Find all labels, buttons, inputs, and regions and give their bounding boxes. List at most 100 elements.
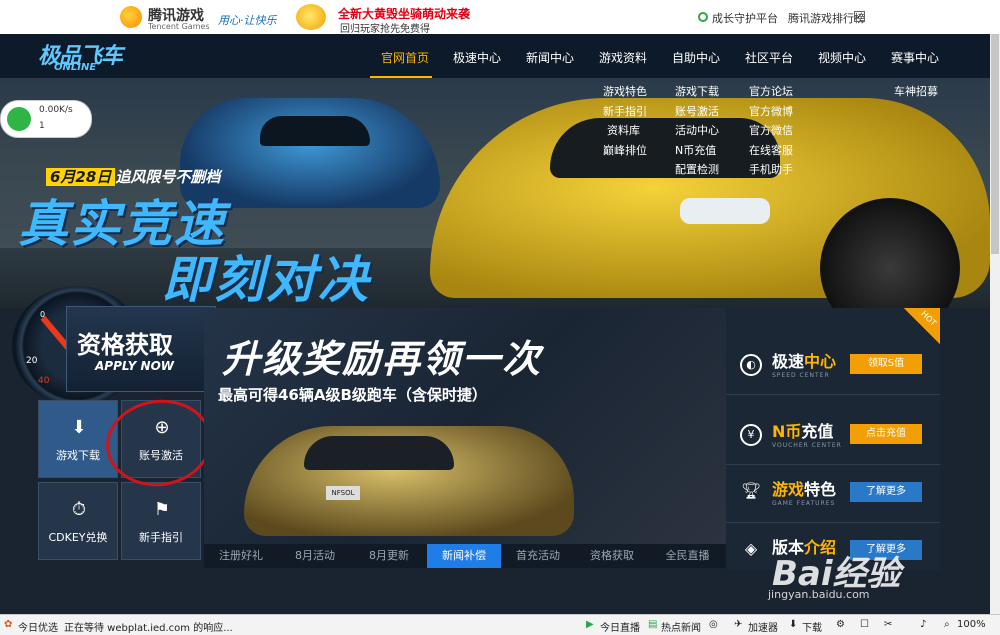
submenu-game-download[interactable]: 游戏下载 — [675, 82, 719, 102]
submenu-official-wechat[interactable]: 官方微信 — [749, 121, 793, 141]
carousel-tab-first-recharge[interactable]: 首充活动 — [501, 544, 575, 568]
hot-news-link[interactable]: 热点新闻 — [661, 619, 701, 634]
status-tool-5-icon[interactable]: ♪ — [920, 619, 926, 630]
nav-self-service[interactable]: 自助中心 — [672, 49, 720, 66]
today-live-link[interactable]: 今日直播 — [600, 619, 640, 634]
carousel-tab-aug-update[interactable]: 8月更新 — [352, 544, 426, 568]
n-coin-title: N币充值 — [772, 418, 833, 442]
speed-center-card: ◐ 极速中心 SPEED CENTER 领取S值 — [726, 336, 940, 395]
nav-game-info[interactable]: 游戏资料 — [599, 49, 647, 66]
accelerator-link[interactable]: 加速器 — [748, 619, 778, 634]
carousel-tab-qualification[interactable]: 资格获取 — [575, 544, 649, 568]
flag-icon: ⚑ — [153, 499, 171, 520]
submenu-col-events: 车神招募 — [894, 82, 938, 102]
carousel-tabs: 注册好礼 8月活动 8月更新 新闻补偿 首充活动 资格获取 全民直播 — [204, 544, 726, 568]
apply-now-button[interactable]: 资格获取 APPLY NOW — [66, 306, 216, 392]
carousel-tab-live-stream[interactable]: 全民直播 — [649, 544, 726, 568]
baidu-jingyan-url: jingyan.baidu.com — [768, 588, 870, 601]
vertical-scrollbar[interactable] — [990, 34, 1000, 614]
submenu-database[interactable]: 资料库 — [603, 121, 647, 141]
tile-newbie-guide[interactable]: ⚑ 新手指引 — [121, 482, 201, 560]
scrollbar-thumb[interactable] — [991, 34, 999, 254]
gauge-number-20: 20 — [26, 356, 38, 366]
game-features-more-button[interactable]: 了解更多 — [850, 482, 922, 502]
quick-links-panel: ◐ 极速中心 SPEED CENTER 领取S值 ¥ N币充值 VOUCHER … — [726, 308, 940, 570]
download-link[interactable]: 下载 — [802, 619, 822, 634]
nav-video-center[interactable]: 视频中心 — [818, 49, 866, 66]
live-icon: ▶ — [586, 619, 594, 630]
game-logo-en: ONLINE — [54, 62, 97, 73]
submenu-activity-center[interactable]: 活动中心 — [675, 121, 719, 141]
status-tool-4-icon[interactable]: ✂ — [884, 619, 892, 630]
tencent-slogan: 用心·让快乐 — [218, 14, 277, 27]
carousel-tab-aug-events[interactable]: 8月活动 — [278, 544, 352, 568]
recharge-button[interactable]: 点击充值 — [850, 424, 922, 444]
game-features-title: 游戏特色 — [772, 476, 836, 500]
carousel-tab-news-compensation[interactable]: 新闻补偿 — [427, 544, 501, 568]
n-coin-title-b: 充值 — [801, 422, 834, 441]
speed-center-sub: SPEED CENTER — [772, 372, 830, 379]
nav-home[interactable]: 官网首页 — [381, 49, 429, 66]
status-tool-3-icon[interactable]: ☐ — [860, 619, 869, 630]
network-speed: 0.00K/s — [39, 105, 73, 115]
claim-s-value-button[interactable]: 领取S值 — [850, 354, 922, 374]
today-picks[interactable]: 今日优选 — [18, 619, 58, 634]
submenu-driver-recruit[interactable]: 车神招募 — [894, 82, 938, 102]
download-icon: ⬇ — [789, 619, 798, 630]
carousel-car-window — [304, 436, 454, 470]
game-features-title-b: 特色 — [804, 480, 837, 499]
submenu-n-coin-recharge[interactable]: N币充值 — [675, 141, 719, 161]
game-features-sub: GAME FEATURES — [772, 500, 836, 507]
tile-cdkey-redeem[interactable]: ⏱ CDKEY兑换 — [38, 482, 118, 560]
carousel-subtitle: 最高可得46辆A级B级跑车（含保时捷） — [218, 386, 487, 404]
carousel-tab-register-gift[interactable]: 注册好礼 — [204, 544, 278, 568]
accelerator-icon: ✈ — [734, 619, 743, 630]
submenu-account-activation[interactable]: 账号激活 — [675, 102, 719, 122]
growth-guard-link[interactable]: 成长守护平台 — [712, 10, 778, 26]
status-tool-1-icon[interactable]: ◎ — [709, 619, 718, 630]
game-features-card: 🏆︎ 游戏特色 GAME FEATURES 了解更多 — [726, 464, 940, 523]
zoom-level[interactable]: 100% — [957, 619, 986, 630]
network-count: 1 — [39, 121, 45, 131]
layers-icon: ◈ — [744, 539, 758, 558]
speed-center-title-b: 中心 — [804, 352, 837, 371]
yellow-car-headlight — [680, 198, 770, 224]
nav-events-center[interactable]: 赛事中心 — [891, 49, 939, 66]
nav-news-center[interactable]: 新闻中心 — [526, 49, 574, 66]
submenu-col-community: 官方论坛 官方微博 官方微信 在线客服 手机助手 — [749, 82, 793, 180]
tencent-logo-icon — [120, 6, 142, 28]
tencent-games-logo[interactable]: 腾讯游戏 Tencent Games 用心·让快乐 — [120, 4, 280, 31]
network-speed-widget[interactable]: 0.00K/s 1 — [0, 100, 92, 138]
promo-subtitle: 回归玩家抢先免费得 — [340, 24, 430, 35]
submenu-col-self-service: 游戏下载 账号激活 活动中心 N币充值 配置检测 — [675, 82, 719, 180]
submenu-mobile-assistant[interactable]: 手机助手 — [749, 160, 793, 180]
speed-center-title: 极速中心 — [772, 348, 836, 372]
promo-banner[interactable]: 全新大黄毁坐骑萌动来袭 回归玩家抢先免费得 — [294, 2, 494, 35]
helmet-icon: ◐ — [740, 354, 762, 376]
carousel-title: 升级奖励再领一次 — [222, 337, 543, 381]
loading-status-text: 正在等待 webplat.ied.com 的响应... — [64, 623, 233, 634]
submenu-newbie-guide[interactable]: 新手指引 — [603, 102, 647, 122]
nav-speed-center[interactable]: 极速中心 — [453, 49, 501, 66]
apply-now-en: APPLY NOW — [95, 359, 175, 373]
yellow-car-wheel — [820, 198, 960, 308]
status-tool-2-icon[interactable]: ⚙ — [836, 619, 845, 630]
submenu-peak-ranking[interactable]: 巅峰排位 — [603, 141, 647, 161]
zoom-icon: ⌕ — [944, 619, 950, 630]
submenu-config-check[interactable]: 配置检测 — [675, 160, 719, 180]
submenu-online-support[interactable]: 在线客服 — [749, 141, 793, 161]
promo-carousel[interactable]: 升级奖励再领一次 最高可得46辆A级B级跑车（含保时捷） NFSOL — [204, 308, 726, 544]
speed-center-title-a: 极速 — [772, 352, 805, 371]
submenu-official-weibo[interactable]: 官方微博 — [749, 102, 793, 122]
submenu-official-forum[interactable]: 官方论坛 — [749, 82, 793, 102]
game-logo[interactable]: 极品飞车 ONLINE — [38, 38, 128, 74]
tencent-games-en: Tencent Games — [148, 22, 210, 31]
today-picks-icon: ✿ — [4, 619, 13, 630]
submenu-game-features[interactable]: 游戏特色 — [603, 82, 647, 102]
tile-label: 新手指引 — [139, 531, 183, 544]
n-coin-title-a: N币 — [772, 422, 802, 441]
download-icon: ⬇ — [71, 417, 87, 438]
nav-community[interactable]: 社区平台 — [745, 49, 793, 66]
dropdown-check-icon[interactable]: ✓ — [854, 11, 865, 22]
hot-badge-text: HOT — [919, 309, 938, 328]
